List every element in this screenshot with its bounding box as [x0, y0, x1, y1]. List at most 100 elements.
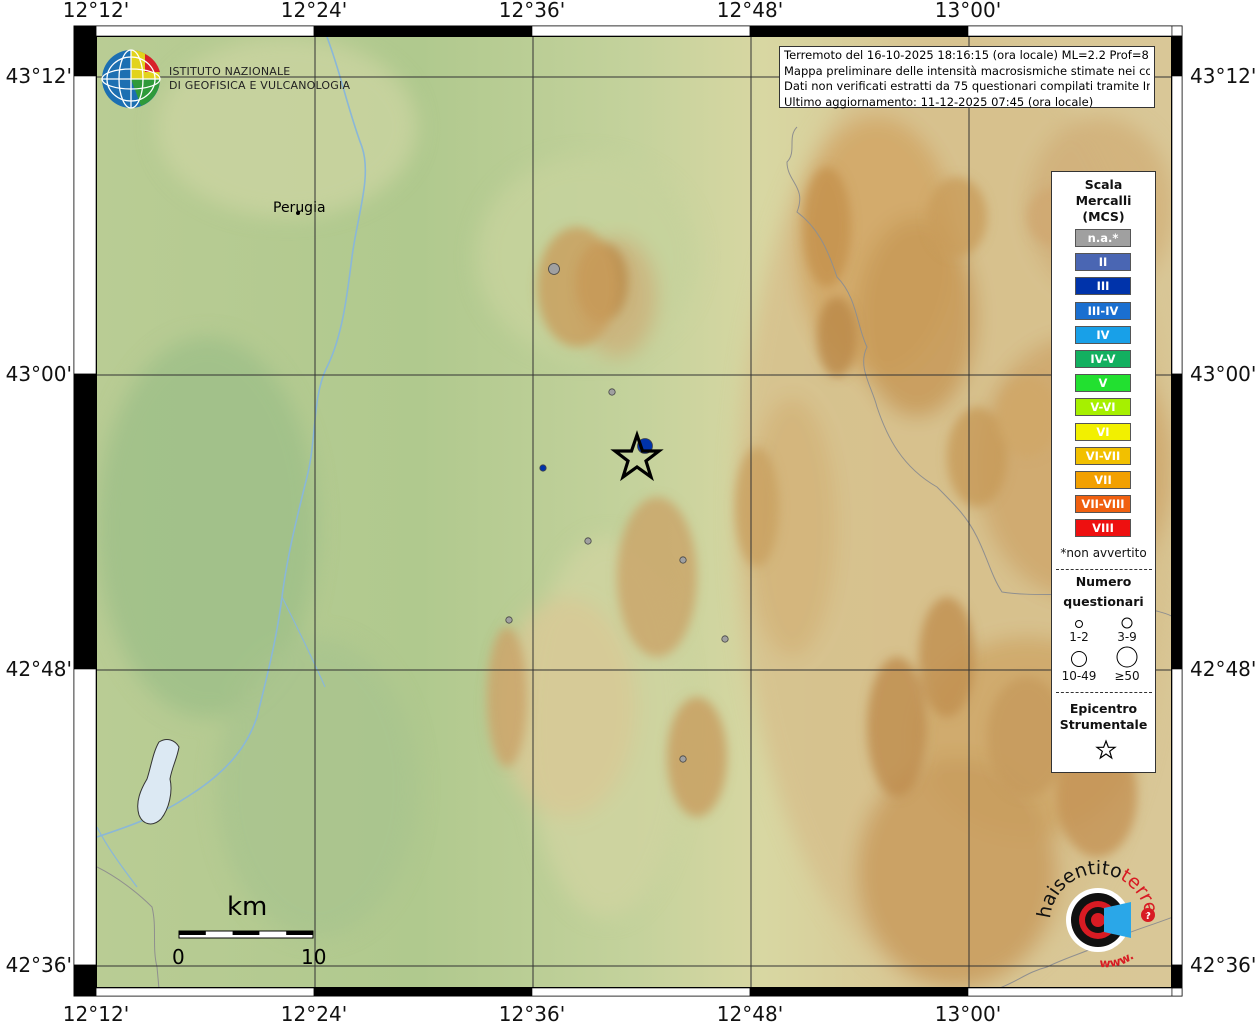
legend: Scala Mercalli (MCS) n.a.* II III III-IV IV I… — [1051, 171, 1156, 773]
lon-label-top: 12°36' — [498, 0, 566, 22]
intensity-point[interactable] — [584, 537, 592, 545]
count-label: 3-9 — [1117, 630, 1137, 644]
legend-title: (MCS) — [1082, 209, 1125, 224]
legend-swatch: III — [1075, 277, 1131, 296]
frame-segment — [95, 987, 315, 997]
frame-segment — [1171, 373, 1183, 670]
count-symbol-medium — [1121, 617, 1133, 629]
count-title: Numero — [1075, 574, 1132, 589]
scale-bar — [178, 930, 314, 939]
event-info-line: Terremoto del 16-10-2025 18:16:15 (ora l… — [784, 48, 1150, 62]
intensity-point[interactable] — [548, 263, 560, 275]
legend-title: Mercalli — [1075, 193, 1132, 208]
frame-segment — [95, 25, 315, 37]
frame-segment — [313, 987, 533, 997]
institute-name-line2: DI GEOFISICA E VULCANOLOGIA — [169, 79, 351, 92]
legend-swatch: VI-VII — [1075, 446, 1131, 465]
legend-swatch: III-IV — [1075, 301, 1131, 320]
lon-label-bottom: 12°12' — [62, 1002, 130, 1026]
relief-map — [97, 37, 1171, 987]
lat-label-left: 43°00' — [5, 362, 72, 386]
lat-label-left: 42°48' — [5, 657, 72, 681]
hill-shade — [817, 297, 857, 377]
event-info-box: Terremoto del 16-10-2025 18:16:15 (ora l… — [779, 46, 1155, 109]
lon-label-bottom: 12°24' — [280, 1002, 348, 1026]
place-marker — [296, 211, 300, 215]
count-label: 10-49 — [1061, 669, 1097, 683]
hill-shade — [537, 227, 617, 347]
institute-name-line1: ISTITUTO NAZIONALE — [169, 65, 291, 78]
frame-segment — [73, 75, 97, 375]
count-symbol-xlarge — [1116, 646, 1138, 668]
frame-segment — [1171, 668, 1183, 966]
legend-swatch: V — [1075, 374, 1131, 393]
event-info-line: Mappa preliminare delle intensità macros… — [784, 63, 1150, 78]
legend-swatch: VI — [1075, 422, 1131, 441]
intensity-point[interactable] — [539, 464, 547, 472]
lat-label-right: 43°00' — [1190, 362, 1256, 386]
frame-segment — [749, 987, 969, 997]
haisentito-logo-icon[interactable]: ? haisentitoterremoto.it www. — [1036, 860, 1166, 975]
frame-segment — [967, 25, 1173, 37]
legend-swatch: II — [1075, 253, 1131, 272]
count-label: 1-2 — [1069, 630, 1089, 644]
lat-label-right: 43°12' — [1190, 64, 1256, 88]
count-symbol-small — [1075, 620, 1083, 628]
intensity-point[interactable] — [505, 616, 513, 624]
legend-divider — [1056, 692, 1152, 693]
event-info-line: Ultimo aggiornamento: 11-12-2025 07:45 (… — [784, 94, 1094, 109]
intensity-point[interactable] — [721, 635, 729, 643]
epicenter-star-icon — [1095, 739, 1117, 760]
frame-segment — [1171, 987, 1183, 997]
frame-segment — [1171, 25, 1183, 37]
hill-shade — [867, 657, 927, 797]
legend-swatch: VIII — [1075, 519, 1131, 538]
hill-shade — [927, 177, 987, 257]
scale-start: 0 — [172, 945, 185, 969]
hill-shade — [487, 627, 527, 767]
legend-swatch: V-VI — [1075, 398, 1131, 417]
lat-label-left: 43°12' — [5, 64, 72, 88]
scale-end: 10 — [301, 945, 327, 969]
legend-swatch: VII-VIII — [1075, 495, 1131, 514]
intensity-point[interactable] — [679, 556, 687, 564]
lat-label-right: 42°36' — [1190, 953, 1256, 977]
frame-segment — [73, 35, 97, 77]
intensity-point[interactable] — [679, 755, 687, 763]
lon-label-bottom: 13°00' — [934, 1002, 1002, 1026]
event-info-line: Dati non verificati estratti da 75 quest… — [784, 79, 1150, 93]
hill-shade — [667, 697, 727, 817]
lon-label-top: 12°12' — [62, 0, 130, 22]
legend-swatch: IV — [1075, 325, 1131, 344]
lat-label-left: 42°36' — [5, 953, 72, 977]
lon-label-bottom: 12°36' — [498, 1002, 566, 1026]
terrain-patch — [157, 37, 417, 217]
count-title: questionari — [1063, 594, 1144, 609]
hill-shade — [617, 497, 697, 657]
epicenter-title: Epicentro — [1069, 701, 1138, 716]
legend-title: Scala — [1084, 177, 1123, 192]
frame-segment — [73, 964, 97, 989]
not-felt-note: *non avvertito — [1060, 546, 1147, 560]
count-label: ≥50 — [1114, 669, 1140, 683]
epicenter-title: Strumentale — [1059, 717, 1148, 732]
frame-segment — [73, 25, 97, 37]
frame-segment — [1171, 35, 1183, 77]
map-area[interactable] — [96, 36, 1172, 988]
frame-segment — [749, 25, 969, 37]
hill-shade — [919, 597, 975, 717]
frame-segment — [531, 987, 751, 997]
frame-segment — [1171, 75, 1183, 375]
intensity-point[interactable] — [608, 388, 616, 396]
legend-divider — [1056, 569, 1152, 570]
frame-segment — [73, 373, 97, 670]
lon-label-top: 12°24' — [280, 0, 348, 22]
hill-shade — [997, 377, 1057, 457]
frame-segment — [967, 987, 1173, 997]
brand-prefix-text: www. — [1099, 949, 1136, 971]
lon-label-top: 12°48' — [716, 0, 784, 22]
hill-shade — [735, 447, 779, 567]
legend-swatch: IV-V — [1075, 350, 1131, 368]
lon-label-bottom: 12°48' — [716, 1002, 784, 1026]
legend-swatch: VII — [1075, 471, 1131, 489]
